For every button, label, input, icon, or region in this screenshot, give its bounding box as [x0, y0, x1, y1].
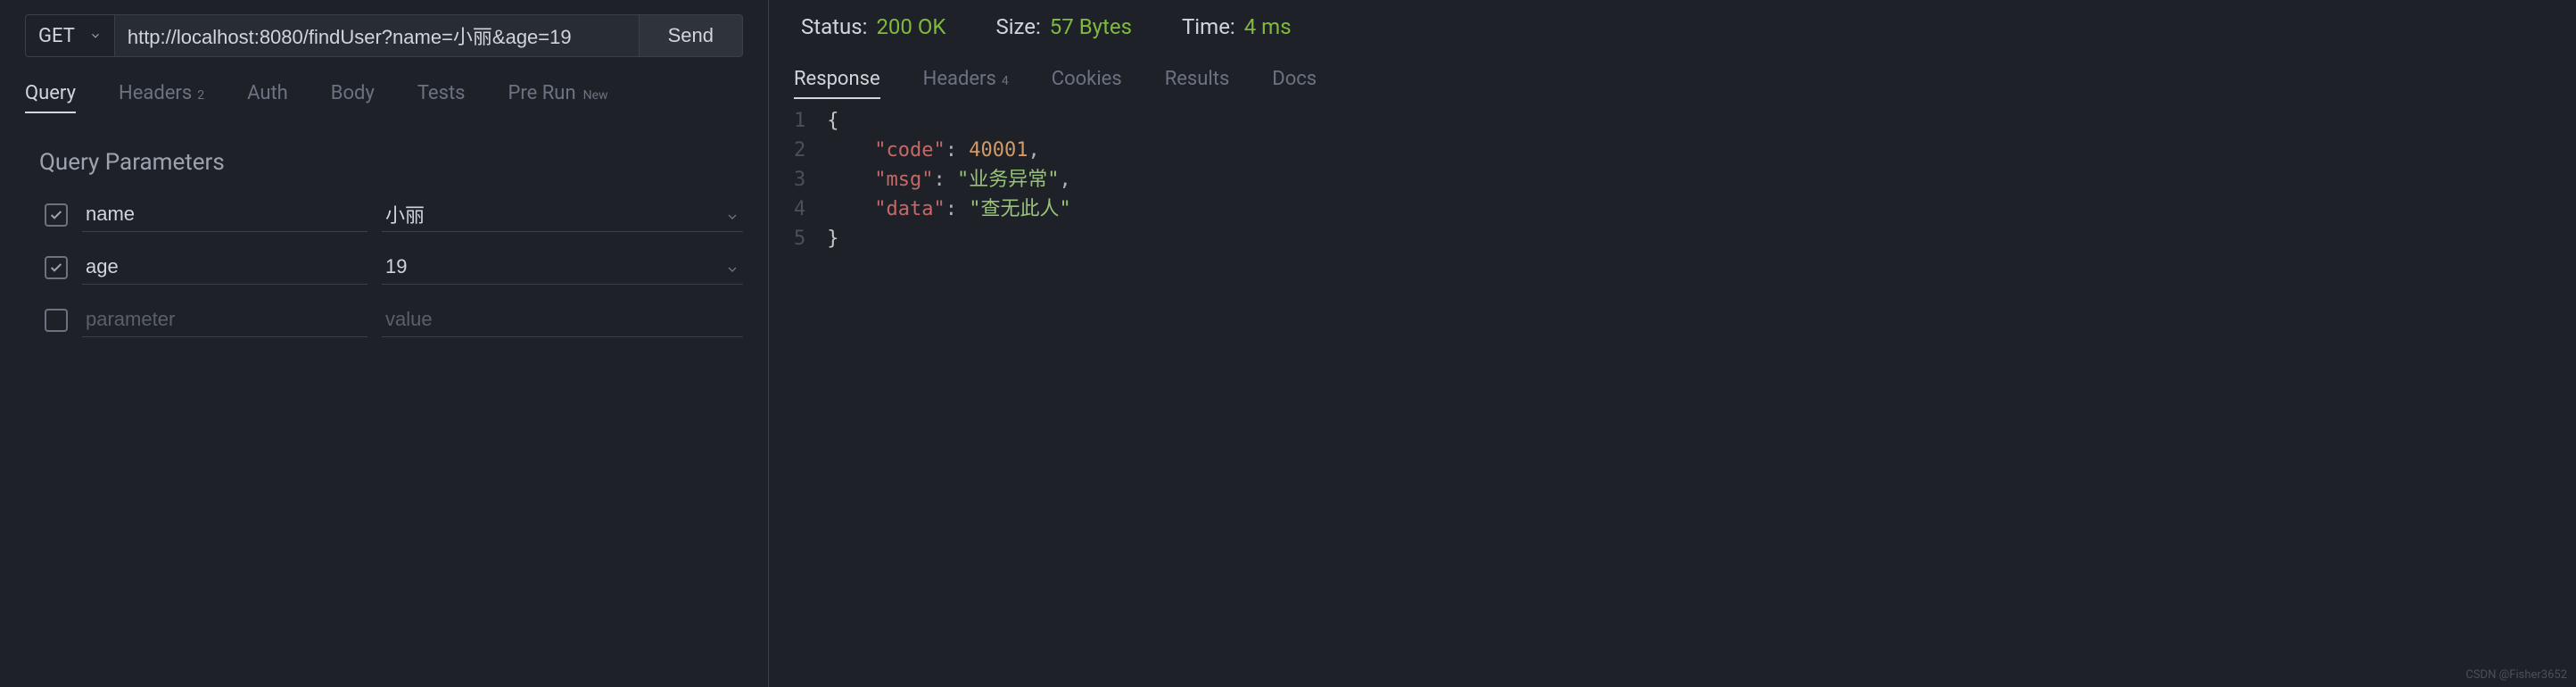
- response-body: 12345 { "code": 40001, "msg": "业务异常", "d…: [794, 106, 2551, 253]
- code-line: "msg": "业务异常",: [827, 165, 2551, 195]
- tab-pre-run[interactable]: Pre Run New: [508, 75, 608, 113]
- tab-query[interactable]: Query: [25, 75, 76, 113]
- url-input[interactable]: [115, 14, 640, 57]
- tab-label: Body: [331, 82, 375, 104]
- param-checkbox[interactable]: [45, 256, 68, 279]
- param-name-input[interactable]: [82, 302, 367, 337]
- tab-headers[interactable]: Headers 2: [119, 75, 204, 113]
- tab-auth[interactable]: Auth: [247, 75, 288, 113]
- tab-label: Docs: [1272, 68, 1317, 90]
- line-numbers: 12345: [794, 106, 827, 253]
- tab-badge: 2: [197, 88, 204, 103]
- response-size: Size: 57 Bytes: [995, 14, 1132, 39]
- query-params-title: Query Parameters: [39, 149, 743, 176]
- tab-results[interactable]: Results: [1165, 61, 1230, 99]
- tab-label: Cookies: [1052, 68, 1122, 90]
- tab-docs[interactable]: Docs: [1272, 61, 1317, 99]
- status-bar: Status: 200 OK Size: 57 Bytes Time: 4 ms: [794, 14, 2551, 39]
- param-value-input[interactable]: [385, 255, 725, 278]
- method-label: GET: [38, 25, 75, 47]
- response-time: Time: 4 ms: [1182, 14, 1292, 39]
- tab-label: Query: [25, 82, 76, 104]
- code-line: "data": "查无此人": [827, 195, 2551, 224]
- line-number: 5: [794, 224, 805, 253]
- param-value-wrap: [382, 250, 743, 285]
- send-button[interactable]: Send: [640, 14, 743, 57]
- param-value-wrap: [382, 197, 743, 232]
- code-content[interactable]: { "code": 40001, "msg": "业务异常", "data": …: [827, 106, 2551, 253]
- method-select[interactable]: GET: [25, 14, 115, 57]
- tab-cookies[interactable]: Cookies: [1052, 61, 1122, 99]
- time-label: Time:: [1182, 14, 1235, 39]
- tab-label: Headers: [923, 68, 996, 90]
- tab-badge: 4: [1002, 74, 1009, 88]
- tab-body[interactable]: Body: [331, 75, 375, 113]
- size-value: 57 Bytes: [1050, 14, 1132, 39]
- request-bar: GET Send: [25, 14, 743, 57]
- tab-headers[interactable]: Headers 4: [923, 61, 1009, 99]
- line-number: 3: [794, 165, 805, 195]
- param-row: [25, 197, 743, 232]
- status-code: Status: 200 OK: [801, 14, 945, 39]
- param-value-wrap: [382, 302, 743, 337]
- param-row: [25, 250, 743, 285]
- status-label: Status:: [801, 14, 867, 39]
- response-tabs: Response Headers 4 Cookies Results Docs: [794, 61, 2551, 99]
- time-value: 4 ms: [1244, 14, 1292, 39]
- request-tabs: Query Headers 2 Auth Body Tests Pre Run New: [25, 75, 743, 113]
- param-name-input[interactable]: [82, 250, 367, 285]
- new-badge: New: [583, 88, 608, 103]
- tab-label: Headers: [119, 82, 192, 104]
- param-checkbox[interactable]: [45, 203, 68, 227]
- watermark: CSDN @Fisher3652: [2465, 668, 2567, 682]
- param-value-input[interactable]: [385, 203, 725, 226]
- tab-label: Response: [794, 68, 880, 90]
- code-line: }: [827, 224, 2551, 253]
- size-label: Size:: [995, 14, 1040, 39]
- param-name-input[interactable]: [82, 197, 367, 232]
- tab-tests[interactable]: Tests: [417, 75, 466, 113]
- tab-label: Auth: [247, 82, 288, 104]
- line-number: 4: [794, 195, 805, 224]
- chevron-down-icon[interactable]: [725, 260, 739, 274]
- param-row: [25, 302, 743, 337]
- code-line: {: [827, 106, 2551, 136]
- tab-label: Results: [1165, 68, 1230, 90]
- tab-response[interactable]: Response: [794, 61, 880, 99]
- query-params-list: [25, 197, 743, 355]
- request-pane: GET Send Query Headers 2 Auth Body Tests Pre R…: [0, 0, 769, 687]
- tab-label: Tests: [417, 82, 466, 104]
- line-number: 1: [794, 106, 805, 136]
- response-pane: Status: 200 OK Size: 57 Bytes Time: 4 ms…: [769, 0, 2576, 687]
- chevron-down-icon[interactable]: [725, 207, 739, 221]
- param-value-input[interactable]: [385, 308, 739, 331]
- code-line: "code": 40001,: [827, 136, 2551, 165]
- line-number: 2: [794, 136, 805, 165]
- chevron-down-icon: [89, 29, 102, 42]
- param-checkbox[interactable]: [45, 309, 68, 332]
- tab-label: Pre Run: [508, 82, 576, 104]
- status-value: 200 OK: [876, 14, 945, 39]
